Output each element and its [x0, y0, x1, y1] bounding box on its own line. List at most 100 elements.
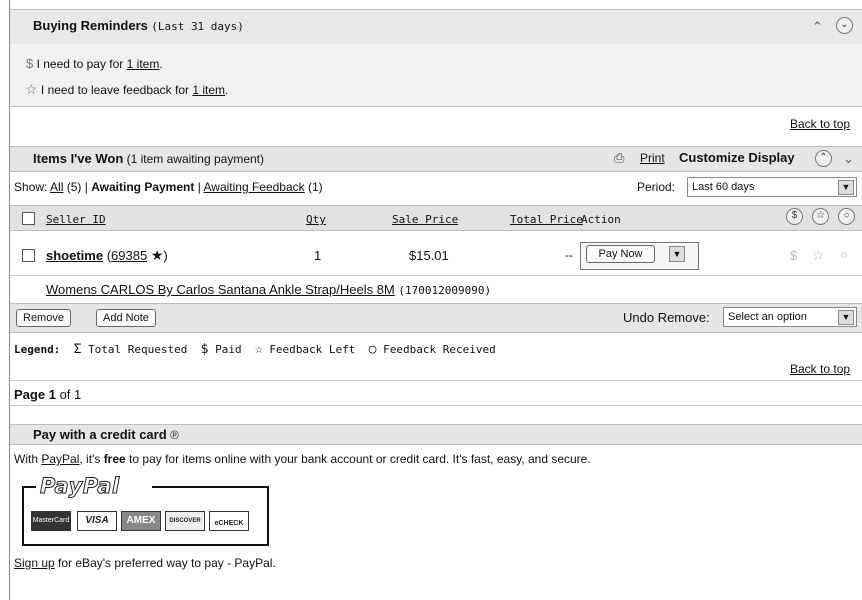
buying-reminders-title: Buying Reminders	[33, 18, 148, 33]
page-current: 1	[48, 387, 56, 402]
amex-logo: AMEX	[121, 511, 161, 531]
paypal-logo: PayPal	[40, 474, 120, 499]
reminder-pay-suffix: .	[159, 57, 163, 71]
reminder-feedback-suffix: .	[225, 83, 229, 97]
legend-paid: Paid	[215, 343, 242, 356]
col-seller-id[interactable]: Seller ID	[46, 213, 106, 226]
paypal-text-free: free	[103, 452, 126, 466]
signup-rest: for eBay's preferred way to pay - PayPal…	[58, 556, 276, 570]
filter-all-count: (5)	[66, 180, 82, 194]
back-to-top-link-2[interactable]: Back to top	[790, 362, 850, 376]
star-rating-icon: ★	[150, 247, 164, 263]
close-paren: )	[163, 248, 168, 263]
select-all-checkbox[interactable]	[22, 212, 35, 225]
seller-cell: shoetime (69385 ★)	[46, 247, 168, 264]
legend-total-requested: Total Requested	[88, 343, 188, 356]
star-icon: ☆	[25, 81, 38, 97]
signup-line: Sign up for eBay's preferred way to pay …	[14, 556, 276, 570]
filter-separator-2: |	[197, 180, 201, 194]
filter-bar: Show: All (5) | Awaiting Payment | Await…	[14, 180, 323, 194]
paypal-p-icon: ℗	[170, 428, 179, 442]
signup-link[interactable]: Sign up	[14, 556, 55, 570]
feedback-left-column-icon[interactable]: ☆	[812, 208, 829, 225]
pagination-divider-2	[10, 405, 862, 406]
period-select[interactable]: Last 60 days ▼	[687, 177, 857, 197]
print-icon[interactable]: ⎙	[614, 150, 624, 166]
page-word: Page	[14, 387, 46, 402]
row-checkbox[interactable]	[22, 249, 35, 262]
page-of-total: of 1	[59, 387, 82, 402]
paypal-box-top-right	[152, 486, 267, 488]
reminder-feedback: ☆ I need to leave feedback for 1 item.	[25, 81, 228, 98]
pay-now-button[interactable]: Pay Now	[586, 245, 655, 263]
paid-status-icon: $	[790, 248, 798, 263]
period-label: Period:	[637, 180, 676, 194]
reminder-feedback-prefix: I need to leave feedback for	[40, 83, 190, 97]
seller-link[interactable]: shoetime	[46, 248, 103, 263]
chevron-down-icon: ▼	[838, 310, 854, 325]
buying-reminders-period: (Last 31 days)	[151, 20, 244, 33]
mastercard-logo: MasterCard	[31, 511, 71, 531]
feedback-left-status-icon: ☆	[812, 247, 825, 263]
items-won-heading: Items I've Won (1 item awaiting payment)	[33, 151, 264, 166]
collapse-circle-up-icon[interactable]: ⌃	[815, 150, 832, 167]
feedback-received-column-icon[interactable]: ○	[838, 208, 855, 225]
filter-separator: |	[84, 180, 88, 194]
pagination-divider	[10, 380, 862, 381]
undo-remove-value: Select an option	[728, 311, 807, 323]
dollar-icon: $	[200, 342, 209, 357]
undo-remove-label: Undo Remove:	[623, 310, 710, 325]
reminder-pay-prefix: I need to pay for	[36, 57, 124, 71]
row-divider	[10, 275, 862, 276]
period-select-value: Last 60 days	[692, 181, 755, 193]
feedback-score-link[interactable]: 69385	[111, 248, 147, 263]
legend-feedback-received: Feedback Received	[383, 343, 496, 356]
back-to-top-link[interactable]: Back to top	[790, 117, 850, 131]
paypal-box-top-left	[22, 486, 36, 488]
col-total-price[interactable]: Total Price	[510, 213, 583, 226]
reminder-pay-link[interactable]: 1 item	[127, 57, 160, 71]
undo-remove-select[interactable]: Select an option ▼	[723, 307, 857, 327]
qty-cell: 1	[314, 248, 322, 263]
print-link[interactable]: Print	[640, 151, 665, 165]
paypal-text-mid: , it's	[79, 452, 101, 466]
col-action: Action	[581, 213, 621, 226]
paypal-text-rest: to pay for items online with your bank a…	[129, 452, 591, 466]
chevron-down-icon: ▼	[838, 180, 854, 195]
sale-price-cell: $15.01	[409, 248, 449, 263]
legend-feedback-left: Feedback Left	[269, 343, 356, 356]
legend-label: Legend:	[14, 343, 61, 356]
pay-credit-card-title: Pay with a credit card	[33, 427, 167, 442]
items-won-subtitle: (1 item awaiting payment)	[126, 152, 264, 166]
buying-reminders-heading: Buying Reminders (Last 31 days)	[33, 18, 244, 33]
filter-all-link[interactable]: All	[50, 180, 63, 194]
customize-display-link[interactable]: Customize Display	[679, 150, 795, 165]
expand-down-icon[interactable]: ⌄	[843, 151, 854, 167]
sigma-icon: Σ	[73, 342, 82, 357]
paid-column-icon[interactable]: $	[786, 208, 803, 225]
paypal-text-prefix: With	[14, 452, 38, 466]
total-price-cell: --	[565, 248, 573, 262]
item-title-link[interactable]: Womens CARLOS By Carlos Santana Ankle St…	[46, 282, 395, 297]
collapse-up-icon[interactable]: ⌃	[812, 19, 823, 35]
remove-button[interactable]: Remove	[16, 309, 71, 327]
filter-awaiting-feedback-count: (1)	[308, 180, 323, 194]
show-label: Show:	[14, 180, 48, 194]
visa-logo: VISA	[77, 511, 117, 531]
collapse-circle-down-icon[interactable]: ⌄	[836, 17, 853, 34]
col-sale-price[interactable]: Sale Price	[392, 213, 458, 226]
col-qty[interactable]: Qty	[306, 213, 326, 226]
items-won-title: Items I've Won	[33, 151, 124, 166]
paypal-description: With PayPal, it's free to pay for items …	[14, 452, 591, 466]
reminder-feedback-link[interactable]: 1 item	[192, 83, 225, 97]
paypal-link[interactable]: PayPal	[41, 452, 79, 466]
action-dropdown-chevron-icon[interactable]: ▼	[669, 246, 685, 262]
filter-awaiting-payment: Awaiting Payment	[91, 180, 195, 194]
feedback-received-status-icon: ○	[840, 247, 848, 262]
discover-logo: DISCOVER	[165, 511, 205, 531]
filter-awaiting-feedback-link[interactable]: Awaiting Feedback	[203, 180, 304, 194]
add-note-button[interactable]: Add Note	[96, 309, 156, 327]
speech-bubble-icon: ○	[368, 342, 377, 357]
pay-credit-card-heading: Pay with a credit card ℗	[33, 427, 179, 442]
item-number: (170012009090)	[398, 284, 492, 297]
